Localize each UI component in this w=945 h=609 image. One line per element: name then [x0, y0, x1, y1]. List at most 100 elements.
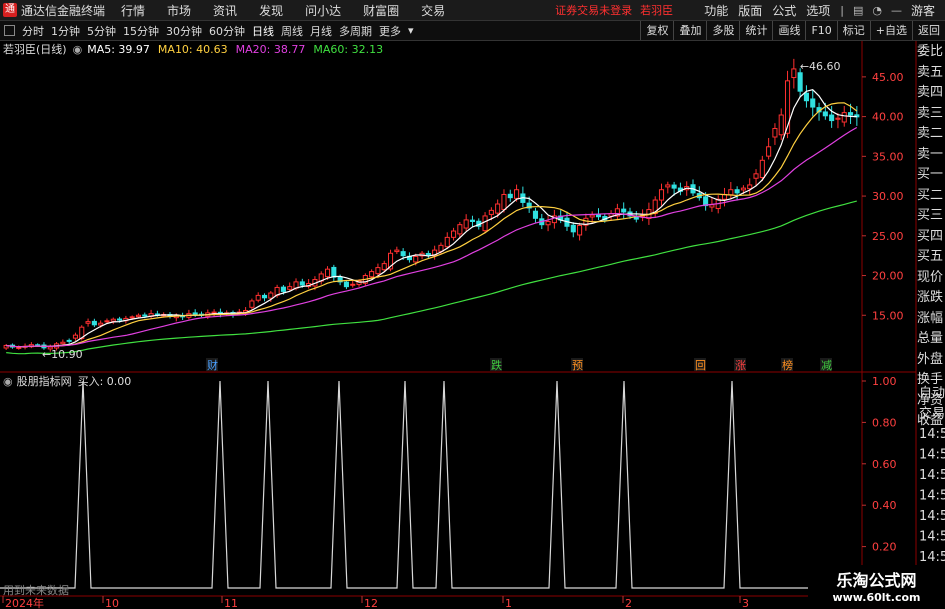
period-fenshi[interactable]: 分时 — [22, 23, 44, 39]
btn-biaoji[interactable]: 标记 — [836, 21, 870, 40]
side-item-2[interactable]: 卖四 — [917, 83, 945, 104]
indicator-name[interactable]: 股朋指标网 — [17, 373, 72, 389]
ma-toggle-icon[interactable]: ◉ — [73, 43, 83, 56]
period-toolbar: 分时 1分钟 5分钟 15分钟 30分钟 60分钟 日线 周线 月线 多周期 更… — [0, 21, 945, 41]
btn-zixuan[interactable]: +自选 — [869, 21, 912, 40]
btn-fanhui[interactable]: 返回 — [912, 21, 945, 40]
trade-panel-item-6[interactable]: 14:56 — [919, 509, 945, 524]
side-item-4[interactable]: 卖二 — [917, 124, 945, 145]
trade-panel-item-4[interactable]: 14:56 — [919, 468, 945, 483]
menu-hangqing[interactable]: 行情 — [121, 2, 145, 19]
bell-icon[interactable]: ◔ — [872, 4, 882, 17]
menu-gongneng[interactable]: 功能 — [704, 2, 728, 19]
candle-body — [621, 208, 627, 213]
menu-xuanxiang[interactable]: 选项 — [806, 2, 830, 19]
side-item-13[interactable]: 涨幅 — [917, 309, 945, 330]
candle-body — [747, 184, 753, 190]
side-item-14[interactable]: 总量 — [917, 329, 945, 350]
indicator-toggle-icon[interactable]: ◉ — [3, 375, 13, 388]
ma10-line — [6, 102, 858, 348]
period-5min[interactable]: 5分钟 — [87, 23, 116, 39]
low-price-label: ←10.90 — [42, 348, 83, 361]
period-30min[interactable]: 30分钟 — [166, 23, 202, 39]
menu-faxian[interactable]: 发现 — [259, 2, 283, 19]
side-item-10[interactable]: 买五 — [917, 247, 945, 268]
login-alert[interactable]: 证券交易未登录 — [555, 2, 632, 18]
period-weekly[interactable]: 周线 — [281, 23, 303, 39]
btn-huaxian[interactable]: 画线 — [772, 21, 805, 40]
more-dropdown-icon[interactable]: ▾ — [408, 24, 414, 37]
candle-body — [482, 215, 488, 232]
btn-fuquan[interactable]: 复权 — [640, 21, 673, 40]
candle-body — [740, 187, 746, 191]
minimize-icon[interactable]: — — [891, 4, 902, 17]
menu-jiaoyi[interactable]: 交易 — [421, 2, 445, 19]
period-multi[interactable]: 多周期 — [339, 23, 372, 39]
window-list-icon[interactable]: ▤ — [853, 4, 863, 17]
side-item-12[interactable]: 涨跌 — [917, 288, 945, 309]
side-item-3[interactable]: 卖三 — [917, 104, 945, 125]
menu-shichang[interactable]: 市场 — [167, 2, 191, 19]
menu-bar: 通 通达信金融终端 行情 市场 资讯 发现 问小达 财富圈 交易 证券交易未登录… — [0, 0, 945, 21]
period-60min[interactable]: 60分钟 — [209, 23, 245, 39]
period-more[interactable]: 更多 — [379, 23, 401, 39]
side-item-1[interactable]: 卖五 — [917, 63, 945, 84]
ma20-line — [6, 126, 858, 348]
btn-tongji[interactable]: 统计 — [739, 21, 772, 40]
kline-chart-area[interactable]: 45.00 40.00 35.00 30.00 25.00 20.00 15.00 ←46.6… — [0, 41, 945, 609]
event-marker-1: 跌 — [491, 358, 502, 372]
btn-duogu[interactable]: 多股 — [706, 21, 739, 40]
period-daily[interactable]: 日线 — [252, 23, 274, 39]
candle-body — [394, 249, 400, 253]
candle-body — [835, 117, 841, 120]
period-monthly[interactable]: 月线 — [310, 23, 332, 39]
side-item-11[interactable]: 现价 — [917, 268, 945, 289]
period-1min[interactable]: 1分钟 — [51, 23, 80, 39]
side-item-15[interactable]: 外盘 — [917, 350, 945, 371]
trade-panel-item-8[interactable]: 14:56 — [919, 550, 945, 565]
toggle-panel-icon[interactable] — [4, 25, 15, 36]
side-item-0[interactable]: 委比 — [917, 42, 945, 63]
watermark-url: www.60lt.com — [832, 591, 921, 604]
trade-panel-item-5[interactable]: 14:56 — [919, 489, 945, 504]
guest-button[interactable]: 游客 — [911, 2, 935, 19]
date-axis-label-4: 1 — [505, 597, 512, 609]
price-axis-label-5: 20.00 — [872, 270, 904, 283]
side-item-18[interactable]: 收益 — [917, 411, 945, 432]
side-item-9[interactable]: 买四 — [917, 227, 945, 248]
menu-wenxiaoda[interactable]: 问小达 — [305, 2, 341, 19]
trade-panel-item-3[interactable]: 14:56 — [919, 448, 945, 463]
ind-axis-label-2: 0.60 — [872, 458, 897, 471]
candle-body — [488, 209, 494, 215]
period-15min[interactable]: 15分钟 — [123, 23, 159, 39]
side-item-6[interactable]: 买一 — [917, 165, 945, 186]
login-user[interactable]: 若羽臣 — [640, 2, 673, 18]
side-item-8[interactable]: 买三 — [917, 206, 945, 227]
side-item-5[interactable]: 卖一 — [917, 145, 945, 166]
menu-gongshi[interactable]: 公式 — [772, 2, 796, 19]
event-marker-3: 回 — [695, 359, 706, 372]
candle-body — [381, 263, 387, 271]
menu-banmian[interactable]: 版面 — [738, 2, 762, 19]
side-item-7[interactable]: 买二 — [917, 186, 945, 207]
candle-body — [60, 341, 66, 345]
trade-panel-item-7[interactable]: 14:56 — [919, 530, 945, 545]
event-marker-6: 减 — [821, 359, 832, 372]
menu-zixun[interactable]: 资讯 — [213, 2, 237, 19]
candle-body — [577, 224, 583, 236]
price-axis-label-3: 30.00 — [872, 190, 904, 203]
date-axis-label-6: 3 — [742, 597, 749, 609]
side-item-17[interactable]: 净资 — [917, 391, 945, 412]
candle-body — [759, 159, 765, 179]
menu-caifuquan[interactable]: 财富圈 — [363, 2, 399, 19]
price-axis-label-4: 25.00 — [872, 230, 904, 243]
candle-body — [753, 173, 759, 179]
candle-body — [249, 300, 255, 308]
side-item-16[interactable]: 换手 — [917, 370, 945, 391]
btn-f10[interactable]: F10 — [805, 21, 836, 40]
candle-body — [268, 292, 274, 299]
candle-body — [589, 214, 595, 218]
candle-body — [709, 204, 715, 208]
candle-body — [85, 321, 91, 324]
btn-diejia[interactable]: 叠加 — [673, 21, 706, 40]
